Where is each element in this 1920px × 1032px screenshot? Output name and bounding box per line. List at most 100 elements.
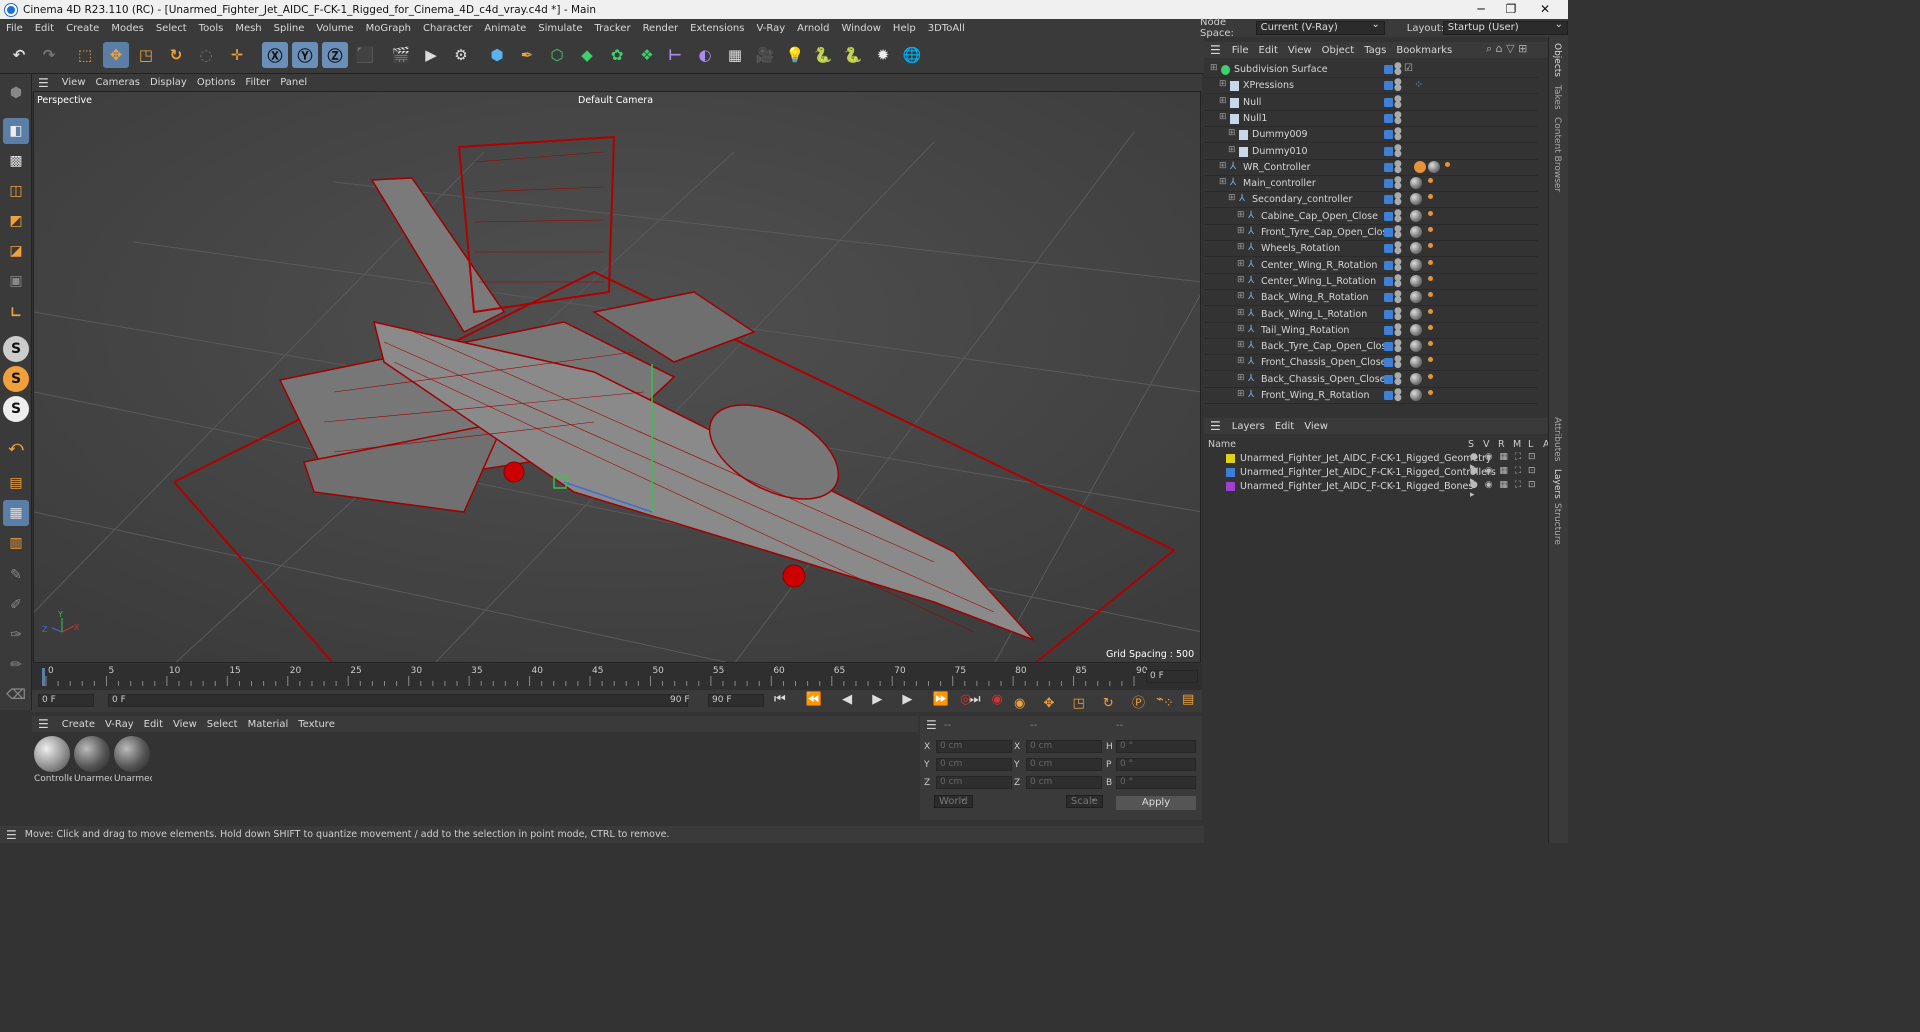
object-row[interactable]: ⊞ ⅄ Secondary_controller ● ● bbox=[1204, 192, 1538, 209]
layer-menu-edit[interactable]: Edit bbox=[1270, 421, 1299, 432]
coord-type-dropdown[interactable]: Scale bbox=[1065, 795, 1103, 808]
layer-color-swatch[interactable] bbox=[1384, 228, 1393, 237]
web-globe-icon[interactable]: 🌐 bbox=[899, 42, 925, 68]
layout-dropdown[interactable]: Startup (User) bbox=[1442, 19, 1568, 35]
record-icons[interactable]: ◎ ◉ bbox=[960, 692, 1011, 707]
object-menu-view[interactable]: View bbox=[1283, 45, 1317, 56]
material-tag-icon[interactable] bbox=[1410, 389, 1422, 401]
layer-menu-view[interactable]: View bbox=[1299, 421, 1333, 432]
visibility-dots-icon[interactable]: ● ● bbox=[1394, 94, 1402, 109]
material-menu-material[interactable]: Material bbox=[243, 719, 294, 730]
polygons-mode-icon[interactable]: ◪ bbox=[3, 238, 29, 264]
layer-color-swatch[interactable] bbox=[1384, 81, 1393, 91]
apply-button[interactable]: Apply bbox=[1116, 796, 1196, 810]
visibility-dots-icon[interactable]: ● ● bbox=[1394, 225, 1402, 240]
z-axis-lock-icon[interactable]: Ⓩ bbox=[322, 42, 348, 68]
visibility-dots-icon[interactable]: ● ● bbox=[1394, 62, 1402, 77]
spline-pen-icon[interactable]: ✒ bbox=[514, 42, 540, 68]
visibility-dots-icon[interactable]: ● ● bbox=[1394, 322, 1402, 337]
layer-color-swatch[interactable] bbox=[1384, 374, 1393, 384]
playback-controls[interactable]: ⏮ ⏪ ◀ ▶ ▶ ⏩ ⏭ bbox=[774, 692, 989, 707]
timeline-ruler[interactable]: 0 5 10 15 20 25 30 35 40 45 50 55 60 65 70 75 80 85 90 0 F bbox=[32, 664, 1202, 690]
object-search-icons[interactable]: ⌕ ⌂ ▽ ⊞ bbox=[1486, 42, 1527, 56]
timeline-extra-icons[interactable]: ⌁ ▤ bbox=[1156, 692, 1201, 707]
expand-toggle-icon[interactable]: ⊞ bbox=[1237, 259, 1245, 269]
render-view-icon[interactable]: 🎬 bbox=[388, 42, 414, 68]
object-row[interactable]: ⊞ ⅄ Center_Wing_R_Rotation ● ● bbox=[1204, 257, 1538, 274]
minimize-button[interactable]: ─ bbox=[1466, 0, 1496, 19]
tab-attributes[interactable]: Attributes bbox=[1552, 417, 1562, 461]
field-icon[interactable]: ◐ bbox=[692, 42, 718, 68]
expression-tag-icon[interactable] bbox=[1428, 194, 1433, 200]
expression-tag-icon[interactable] bbox=[1428, 275, 1433, 281]
material-tag-icon[interactable] bbox=[1410, 177, 1422, 190]
object-row[interactable]: ⊞ Dummy010 ● ● bbox=[1204, 143, 1538, 160]
visibility-dots-icon[interactable]: ● ● bbox=[1394, 339, 1402, 354]
tab-objects[interactable]: Objects bbox=[1552, 43, 1562, 77]
menu-volume[interactable]: Volume bbox=[310, 23, 359, 34]
material-tag-icon[interactable] bbox=[1410, 372, 1422, 385]
visibility-dots-icon[interactable]: ● ● bbox=[1394, 78, 1402, 93]
layer-color-swatch[interactable] bbox=[1226, 468, 1235, 477]
menu-mesh[interactable]: Mesh bbox=[229, 23, 267, 34]
expand-toggle-icon[interactable]: ⊞ bbox=[1228, 193, 1236, 203]
model-mode-icon[interactable]: ⬢ bbox=[3, 80, 29, 106]
material-tag-icon[interactable] bbox=[1410, 356, 1422, 369]
sculpt-tool-icon[interactable]: ✑ bbox=[3, 622, 29, 648]
viewport-menu-options[interactable]: Options bbox=[192, 77, 241, 88]
current-frame-slider[interactable]: 0 F bbox=[108, 694, 688, 707]
object-menu-bookmarks[interactable]: Bookmarks bbox=[1391, 45, 1457, 56]
visibility-dots-icon[interactable]: ● ● bbox=[1394, 110, 1402, 125]
expand-toggle-icon[interactable]: ⊞ bbox=[1219, 79, 1227, 89]
array-generator-icon[interactable]: ✿ bbox=[604, 42, 630, 68]
coordinate-system-icon[interactable]: ⬛ bbox=[352, 42, 378, 68]
coord-value-field[interactable]: 0 cm bbox=[936, 758, 1012, 771]
points-mode-icon[interactable]: ◫ bbox=[3, 178, 29, 204]
visibility-dots-icon[interactable]: ● ● bbox=[1394, 371, 1402, 386]
coord-value-field[interactable]: 0 ° bbox=[1116, 758, 1196, 771]
cube-primitive-icon[interactable]: ⬢ bbox=[484, 42, 510, 68]
object-menu-tags[interactable]: Tags bbox=[1359, 45, 1391, 56]
expression-tag-icon[interactable] bbox=[1445, 161, 1450, 167]
paint-tool-icon[interactable]: ✎ bbox=[3, 562, 29, 588]
tab-content-browser[interactable]: Content Browser bbox=[1552, 117, 1562, 192]
plugin-gear-icon[interactable]: ✹ bbox=[870, 42, 896, 68]
expand-toggle-icon[interactable]: ⊞ bbox=[1219, 112, 1227, 122]
node-space-dropdown[interactable]: Current (V-Ray) bbox=[1255, 19, 1385, 35]
uv-mode-icon[interactable]: ▣ bbox=[3, 268, 29, 294]
coord-value-field[interactable]: 0 cm bbox=[936, 776, 1012, 789]
menu-mograph[interactable]: MoGraph bbox=[360, 23, 417, 34]
visibility-dots-icon[interactable]: ● ● bbox=[1394, 257, 1402, 272]
object-row[interactable]: ⊞ XPressions ● ● ⁘ bbox=[1204, 78, 1538, 95]
material-menu-texture[interactable]: Texture bbox=[293, 719, 340, 730]
locked-workplane-icon[interactable]: ▥ bbox=[3, 530, 29, 556]
expand-toggle-icon[interactable]: ⊞ bbox=[1219, 161, 1227, 171]
layer-color-swatch[interactable] bbox=[1384, 97, 1393, 107]
object-row[interactable]: ⊞ Null ● ● bbox=[1204, 94, 1538, 111]
layer-color-swatch[interactable] bbox=[1384, 358, 1393, 368]
object-row[interactable]: ⊞ ⅄ Back_Tyre_Cap_Open_Close ● ● bbox=[1204, 339, 1538, 356]
menu-spline[interactable]: Spline bbox=[268, 23, 311, 34]
status-menu-icon[interactable]: ☰ bbox=[0, 828, 25, 842]
menu-3dtoall[interactable]: 3DToAll bbox=[922, 23, 971, 34]
layer-color-swatch[interactable] bbox=[1384, 211, 1393, 221]
expression-tag-icon[interactable] bbox=[1428, 373, 1433, 379]
viewport-menu-icon[interactable]: ☰ bbox=[32, 76, 57, 90]
render-picture-viewer-icon[interactable]: ▶ bbox=[418, 42, 444, 68]
close-button[interactable]: ✕ bbox=[1530, 0, 1560, 19]
redo-icon[interactable]: ↷ bbox=[36, 42, 62, 68]
layer-color-swatch[interactable] bbox=[1384, 65, 1393, 74]
object-row[interactable]: ⊞ ⅄ Back_Chassis_Open_Close ● ● bbox=[1204, 371, 1538, 388]
object-row[interactable]: ⊞ ⅄ Wheels_Rotation ● ● bbox=[1204, 241, 1538, 258]
material-menu-icon[interactable]: ☰ bbox=[32, 717, 57, 731]
tweak-mode-icon[interactable]: ⤺ bbox=[3, 434, 29, 460]
coord-menu-icon[interactable]: ☰ bbox=[926, 718, 937, 732]
expand-toggle-icon[interactable]: ⊞ bbox=[1228, 145, 1236, 155]
material-tag-icon[interactable] bbox=[1410, 323, 1422, 336]
snap-icon[interactable]: S bbox=[3, 336, 29, 362]
object-row[interactable]: ⊞ ⅄ Back_Wing_L_Rotation ● ● bbox=[1204, 306, 1538, 323]
expand-toggle-icon[interactable]: ⊞ bbox=[1219, 96, 1227, 106]
visibility-dots-icon[interactable]: ● ● bbox=[1394, 127, 1402, 142]
coord-value-field[interactable]: 0 ° bbox=[1116, 776, 1196, 789]
expand-toggle-icon[interactable]: ⊞ bbox=[1237, 275, 1245, 285]
